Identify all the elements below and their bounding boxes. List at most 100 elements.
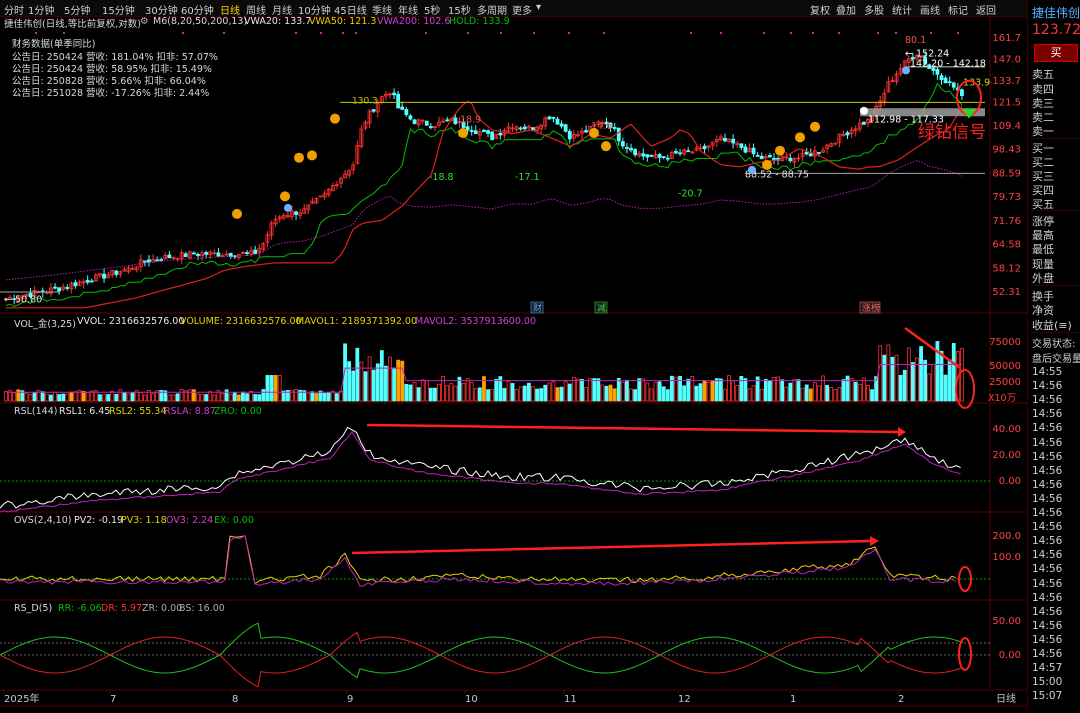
volume-bar xyxy=(906,347,911,402)
period-tab-fenshi[interactable]: 分时 xyxy=(4,2,24,17)
volume-bar xyxy=(469,381,474,402)
candle-body xyxy=(469,130,474,132)
volume-bar xyxy=(477,387,482,402)
period-tab-30min[interactable]: 30分钟 xyxy=(145,2,178,17)
mark-button[interactable]: 标记 xyxy=(948,2,968,17)
period-tab-15min[interactable]: 15分钟 xyxy=(102,2,135,17)
volume-bar xyxy=(923,359,928,402)
top-marker xyxy=(690,32,692,34)
volume-bar xyxy=(204,394,209,402)
stats-button[interactable]: 统计 xyxy=(892,2,912,17)
period-tab-quarterly[interactable]: 季线 xyxy=(372,2,392,17)
eps-label[interactable]: 收益(≡) xyxy=(1032,317,1072,333)
ovs-label: OVS(2,4,10) xyxy=(14,515,72,526)
price-axis-tick: 133.7 xyxy=(992,76,1021,87)
tick-time: 15:00 xyxy=(1032,676,1063,689)
candle-body xyxy=(498,132,503,136)
candle-body xyxy=(678,152,682,155)
candle-body xyxy=(845,132,850,136)
volume-bar xyxy=(232,392,237,402)
top-marker xyxy=(35,32,37,34)
candle-body xyxy=(633,149,638,156)
volume-bar xyxy=(894,354,899,402)
x-axis-label: 9 xyxy=(347,694,353,705)
settings-icon[interactable]: ⚙ xyxy=(140,16,149,27)
candle-body xyxy=(861,121,866,125)
period-tab-45day[interactable]: 45日线 xyxy=(334,2,367,17)
bs-value: BS: 16.00 xyxy=(179,603,225,614)
volume-bar xyxy=(461,383,466,402)
price-axis-tick: 64.58 xyxy=(992,240,1021,251)
period-tab-weekly[interactable]: 周线 xyxy=(246,2,266,17)
period-tab-yearly[interactable]: 年线 xyxy=(398,2,418,17)
candle-body xyxy=(620,141,625,147)
fuquan-button[interactable]: 复权 xyxy=(810,2,830,17)
hold-value: HOLD: 133.9 xyxy=(449,16,510,27)
volume-bar xyxy=(837,386,842,402)
buy-button[interactable]: 买 xyxy=(1034,44,1078,62)
vwa50-value: VWA50: 121.3 xyxy=(309,16,377,27)
top-marker xyxy=(320,32,322,34)
candle-body xyxy=(159,259,164,261)
volume-bar xyxy=(535,388,539,402)
volume-bar xyxy=(686,378,691,402)
period-tab-daily[interactable]: 日线 xyxy=(220,2,240,17)
top-marker xyxy=(895,32,897,34)
candle-body xyxy=(772,157,776,160)
more-chevron-icon[interactable]: ▾ xyxy=(536,2,541,13)
buy-signal-icon xyxy=(458,128,468,139)
back-button[interactable]: 返回 xyxy=(976,2,996,17)
period-tab-5min[interactable]: 5分钟 xyxy=(64,2,90,17)
top-marker xyxy=(930,32,932,34)
tick-time: 14:56 xyxy=(1032,507,1063,519)
chart-area[interactable]: 161.7 147.0 133.7 121.5 109.4 98.43 88.59 79.73… xyxy=(0,16,1027,710)
top-marker xyxy=(182,32,184,34)
volume-bar xyxy=(645,382,650,402)
candle-body xyxy=(559,123,564,127)
buy-signal-icon xyxy=(232,208,242,219)
tick-time: 14:55 xyxy=(1032,366,1063,378)
multi-stock-button[interactable]: 多股 xyxy=(864,2,884,17)
period-tab-multi[interactable]: 多周期 xyxy=(477,2,507,17)
period-tab-15sec[interactable]: 15秒 xyxy=(448,2,471,17)
low-label: 最低 xyxy=(1032,243,1054,256)
candle-body xyxy=(89,280,94,283)
volume-bar xyxy=(661,386,666,402)
volume-bar xyxy=(114,393,119,402)
ex-value: EX: 0.00 xyxy=(214,515,254,526)
candle-body xyxy=(473,130,478,135)
volume-bar xyxy=(714,378,719,402)
volume-bar xyxy=(428,387,433,402)
top-marker xyxy=(533,32,535,34)
volume-bar xyxy=(592,378,597,402)
volume-bar xyxy=(718,378,723,402)
finance-title: 财务数据(单季同比) xyxy=(12,39,96,50)
volume-bar xyxy=(330,390,335,402)
period-tab-10min[interactable]: 10分钟 xyxy=(298,2,331,17)
period-tab-more[interactable]: 更多 xyxy=(512,2,532,17)
volume-bar xyxy=(118,389,123,402)
volume-bar xyxy=(273,375,278,402)
overlay-button[interactable]: 叠加 xyxy=(836,2,856,17)
volume-bar xyxy=(604,385,609,402)
period-tab-monthly[interactable]: 月线 xyxy=(272,2,292,17)
tick-time: 14:56 xyxy=(1032,535,1063,548)
top-marker xyxy=(500,32,502,34)
period-tab-60min[interactable]: 60分钟 xyxy=(181,2,214,17)
trend-arrow xyxy=(904,326,961,370)
volume-bar xyxy=(424,380,429,402)
volume-bar xyxy=(65,393,70,402)
volume-bar xyxy=(927,373,932,402)
volume-bar xyxy=(665,389,670,402)
pv3-value: PV3: 1.18 xyxy=(121,515,167,526)
candle-body xyxy=(102,273,106,279)
volume-bar xyxy=(473,388,478,402)
period-tab-5sec[interactable]: 5秒 xyxy=(424,2,440,17)
volume-bar xyxy=(494,379,499,402)
rsl-axis-tick: 20.00 xyxy=(992,450,1021,461)
draw-button[interactable]: 画线 xyxy=(920,2,940,17)
candle-body xyxy=(294,211,298,215)
period-tab-1min[interactable]: 1分钟 xyxy=(28,2,54,17)
candle-body xyxy=(616,127,621,142)
volume-bar xyxy=(236,394,241,402)
